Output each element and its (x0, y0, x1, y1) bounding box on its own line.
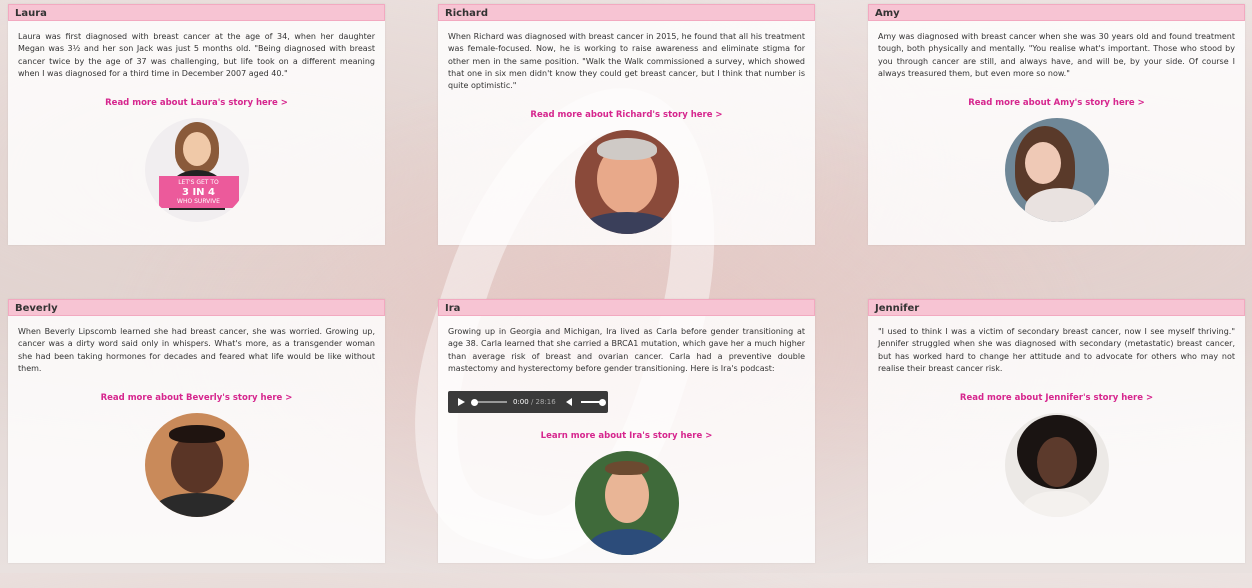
avatar-amy (1004, 118, 1109, 223)
read-more-link-amy[interactable]: Read more about Amy's story here > (878, 98, 1235, 108)
card-title: Beverly (8, 299, 385, 316)
story-card-jennifer: Jennifer "I used to think I was a victim… (868, 299, 1245, 563)
story-text: Growing up in Georgia and Michigan, Ira … (448, 327, 805, 373)
audio-time: 0:00 / 28:16 (513, 398, 556, 407)
avatar-jennifer (1004, 413, 1109, 518)
card-title: Amy (868, 4, 1245, 21)
story-text: When Beverly Lipscomb learned she had br… (18, 327, 375, 373)
card-title: Ira (438, 299, 815, 316)
story-text: Amy was diagnosed with breast cancer whe… (878, 32, 1235, 78)
card-title: Jennifer (868, 299, 1245, 316)
story-text: "I used to think I was a victim of secon… (878, 327, 1235, 373)
read-more-link-richard[interactable]: Read more about Richard's story here > (448, 110, 805, 120)
story-card-beverly: Beverly When Beverly Lipscomb learned sh… (8, 299, 385, 563)
volume-icon[interactable] (565, 398, 572, 407)
avatar-ira (574, 451, 679, 556)
audio-seek-bar[interactable] (471, 398, 507, 406)
learn-more-link-ira[interactable]: Learn more about Ira's story here > (448, 431, 805, 441)
card-title: Laura (8, 4, 385, 21)
volume-slider[interactable] (580, 398, 606, 406)
story-card-ira: Ira Growing up in Georgia and Michigan, … (438, 299, 815, 563)
read-more-link-beverly[interactable]: Read more about Beverly's story here > (18, 393, 375, 403)
story-card-richard: Richard When Richard was diagnosed with … (438, 4, 815, 245)
audio-player: 0:00 / 28:16 (448, 391, 608, 414)
read-more-link-jennifer[interactable]: Read more about Jennifer's story here > (878, 393, 1235, 403)
story-card-laura: Laura Laura was first diagnosed with bre… (8, 4, 385, 245)
story-card-amy: Amy Amy was diagnosed with breast cancer… (868, 4, 1245, 245)
story-text: When Richard was diagnosed with breast c… (448, 32, 805, 91)
campaign-sign: LET'S GET TO 3 IN 4 WHO SURVIVE (158, 176, 239, 209)
read-more-link-laura[interactable]: Read more about Laura's story here > (18, 98, 375, 108)
avatar-richard (574, 130, 679, 235)
story-text: Laura was first diagnosed with breast ca… (18, 32, 375, 78)
card-title: Richard (438, 4, 815, 21)
avatar-laura: LET'S GET TO 3 IN 4 WHO SURVIVE (144, 118, 249, 223)
avatar-beverly (144, 413, 249, 518)
play-icon[interactable] (458, 398, 465, 407)
